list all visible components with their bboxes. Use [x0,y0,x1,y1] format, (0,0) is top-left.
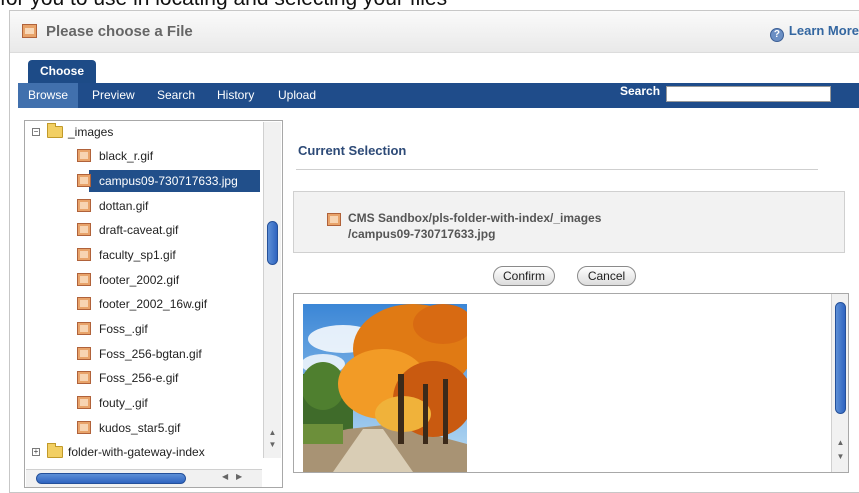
tree-folder-label: _images [68,125,114,139]
nav-browse[interactable]: Browse [18,83,78,108]
selection-panel: Current Selection CMS Sandbox/pls-folder… [288,129,859,488]
nav-history[interactable]: History [217,83,254,108]
file-icon [77,347,91,360]
tree-file-label: campus09-730717633.jpg [99,174,238,188]
file-icon [77,273,91,286]
selected-path-box: CMS Sandbox/pls-folder-with-index/_image… [293,191,845,253]
tree-file-label: Foss_.gif [99,322,148,336]
tree-file-item[interactable]: Foss_.gif [63,318,261,340]
file-icon [327,213,341,226]
scroll-left-icon[interactable]: ◀ [222,472,228,481]
image-preview: ▲ ▼ [293,293,849,473]
tab-choose[interactable]: Choose [28,60,96,83]
tree-file-item[interactable]: Foss_256-e.gif [63,367,261,389]
file-icon [77,396,91,409]
file-icon [77,297,91,310]
search-input[interactable] [666,86,831,102]
expand-icon[interactable]: + [32,448,40,456]
nav-bar: Browse Preview Search History Upload Sea… [18,83,859,108]
screen: for you to use in locating and selecting… [0,0,859,493]
tree-file-item[interactable]: fouty_.gif [63,392,261,414]
nav-search[interactable]: Search [157,83,195,108]
file-chooser-dialog: Please choose a File ? Learn More Choose … [9,10,859,493]
tree-file-label: kudos_star5.gif [99,421,181,435]
collapse-icon[interactable]: − [32,128,40,136]
tree-file-item[interactable]: footer_2002.gif [63,269,261,291]
file-icon [77,149,91,162]
file-icon [77,371,91,384]
tree-file-label: Foss_256-bgtan.gif [99,347,202,361]
dialog-titlebar: Please choose a File ? Learn More [10,11,859,53]
file-icon [77,248,91,261]
tree-horizontal-scrollbar[interactable]: ◀ ▶ [26,469,262,487]
divider [296,169,818,170]
tree-folder-label: folder-with-gateway-index [68,445,205,459]
tree-file-item-selected[interactable]: campus09-730717633.jpg [63,170,261,192]
tree-file-item[interactable]: dottan.gif [63,195,261,217]
tree-vertical-scrollbar[interactable]: ▲ ▼ [263,122,281,458]
tree-file-label: footer_2002.gif [99,273,180,287]
selected-path-line2: /campus09-730717633.jpg [348,227,496,241]
selected-path-line1: CMS Sandbox/pls-folder-with-index/_image… [348,211,602,225]
file-icon [22,24,37,38]
search-label: Search [620,84,661,98]
learn-more-link[interactable]: ? Learn More [769,23,859,42]
scroll-thumb[interactable] [267,221,278,265]
preview-image [303,304,467,472]
confirm-button[interactable]: Confirm [493,266,555,286]
tree-file-item[interactable]: faculty_sp1.gif [63,244,261,266]
background-page-text: for you to use in locating and selecting… [0,0,447,10]
file-icon [77,223,91,236]
nav-upload[interactable]: Upload [278,83,316,108]
tree-file-label: dottan.gif [99,199,149,213]
folder-icon [47,443,63,458]
scroll-right-icon[interactable]: ▶ [236,472,242,481]
tree-file-label: footer_2002_16w.gif [99,297,208,311]
file-icon [77,322,91,335]
tree-file-item[interactable]: footer_2002_16w.gif [63,293,261,315]
scroll-down-icon[interactable]: ▼ [266,440,279,450]
file-icon [77,174,91,187]
tree-folder-gateway[interactable]: + folder-with-gateway-index [25,441,261,463]
dialog-title: Please choose a File [46,23,193,40]
cancel-button[interactable]: Cancel [577,266,636,286]
folder-icon [47,123,63,138]
tree-file-label: Foss_256-e.gif [99,371,179,385]
tree-file-label: fouty_.gif [99,396,148,410]
scroll-up-icon[interactable]: ▲ [834,438,847,447]
scroll-down-icon[interactable]: ▼ [834,452,847,461]
tree-file-label: faculty_sp1.gif [99,248,176,262]
file-icon [77,199,91,212]
tree-file-label: draft-caveat.gif [99,223,179,237]
scroll-thumb[interactable] [835,302,846,414]
nav-preview[interactable]: Preview [92,83,135,108]
file-tree-panel: − _images black_r.gif campus09-730717633… [24,120,283,488]
preview-vertical-scrollbar[interactable]: ▲ ▼ [831,294,848,472]
learn-more-label: Learn More [788,23,859,38]
tree-folder-images[interactable]: − _images [25,121,261,143]
scroll-thumb[interactable] [36,473,186,484]
tree-file-item[interactable]: kudos_star5.gif [63,417,261,439]
tree-file-item[interactable]: black_r.gif [63,145,261,167]
tree-file-label: black_r.gif [99,149,154,163]
help-icon: ? [769,28,784,42]
current-selection-heading: Current Selection [298,143,407,158]
tree-file-item[interactable]: Foss_256-bgtan.gif [63,343,261,365]
scroll-up-icon[interactable]: ▲ [266,428,279,438]
tree-file-item[interactable]: draft-caveat.gif [63,219,261,241]
file-icon [77,421,91,434]
selected-path: CMS Sandbox/pls-folder-with-index/_image… [348,210,601,242]
